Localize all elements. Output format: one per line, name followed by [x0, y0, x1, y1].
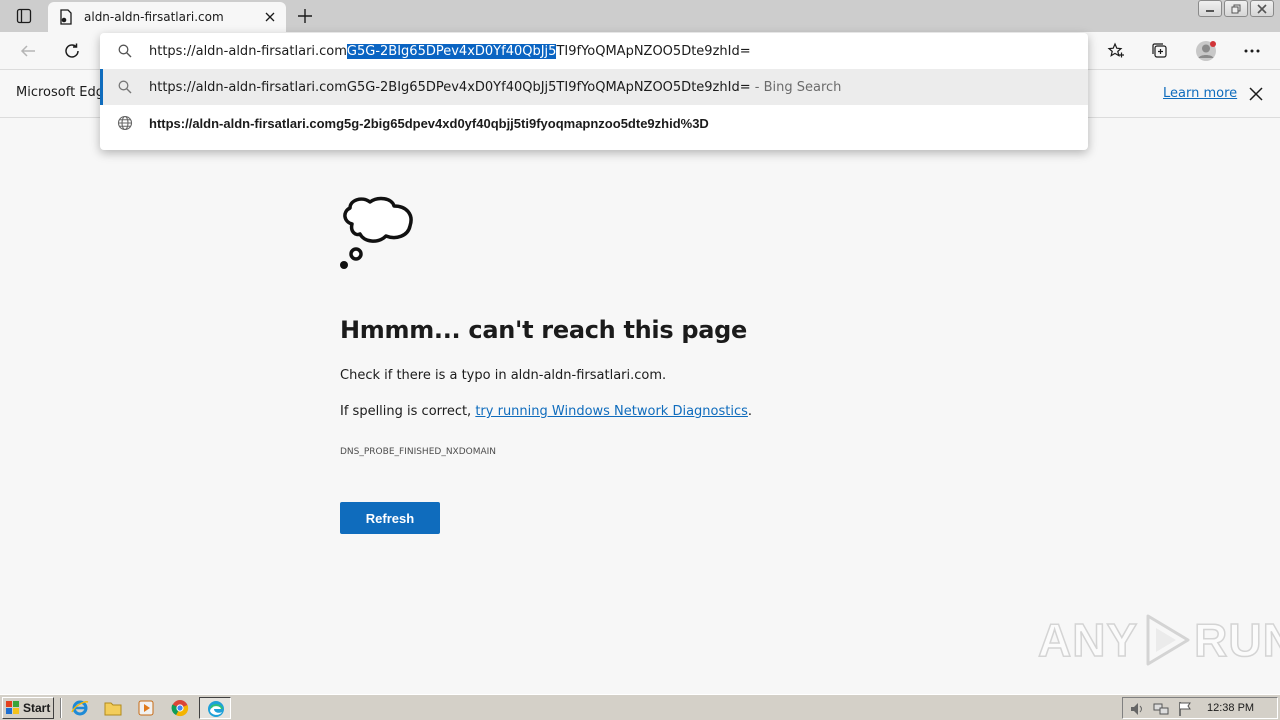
collections-icon	[1152, 43, 1167, 58]
back-button[interactable]	[17, 40, 39, 62]
error-title: Hmmm... can't reach this page	[340, 316, 748, 344]
edge-taskbar-button[interactable]	[199, 697, 231, 719]
arrow-left-icon	[20, 45, 35, 57]
watermark-text-right: RUN	[1193, 613, 1280, 667]
suggestion-text: https://aldn-aldn-firsatlari.comG5G-2BIg…	[149, 80, 841, 95]
search-icon	[117, 43, 133, 59]
window-controls	[1198, 0, 1274, 17]
anyrun-watermark: ANY RUN	[1037, 612, 1280, 668]
tab-actions-button[interactable]	[8, 4, 40, 28]
system-tray: 12:38 PM	[1122, 697, 1278, 719]
address-suffix: TI9fYoQMApNZOO5Dte9zhId=	[556, 43, 751, 59]
diagnostics-prefix: If spelling is correct,	[340, 404, 476, 419]
refresh-button[interactable]: Refresh	[340, 502, 440, 534]
network-diagnostics-link[interactable]: try running Windows Network Diagnostics	[475, 404, 748, 419]
start-label: Start	[23, 701, 51, 715]
clock: 12:38 PM	[1207, 702, 1255, 714]
globe-icon	[117, 115, 133, 131]
favorites-button[interactable]	[1104, 39, 1128, 63]
diagnostics-hint: If spelling is correct, try running Wind…	[340, 404, 752, 419]
taskbar-separator	[60, 698, 62, 718]
minimize-button[interactable]	[1198, 0, 1222, 17]
refresh-toolbar-button[interactable]	[61, 40, 83, 62]
more-icon	[1244, 49, 1260, 53]
restore-icon	[1231, 4, 1241, 13]
minimize-icon	[1206, 9, 1214, 12]
internet-explorer-icon[interactable]	[71, 699, 89, 717]
restore-button[interactable]	[1224, 0, 1248, 17]
page-error-icon	[58, 9, 74, 25]
close-icon	[1257, 3, 1267, 14]
active-tab[interactable]: aldn-aldn-firsatlari.com	[48, 2, 286, 32]
tab-close-button[interactable]	[262, 9, 278, 25]
tab-actions-icon	[16, 8, 32, 24]
play-logo-icon	[1146, 614, 1190, 666]
thought-bubble-icon	[338, 196, 416, 272]
url-suggestion[interactable]: https://aldn-aldn-firsatlari.comg5g-2big…	[100, 105, 1088, 141]
taskbar: Start 12:38 PM	[0, 694, 1280, 720]
tab-strip: aldn-aldn-firsatlari.com	[0, 0, 1280, 32]
edge-icon	[208, 701, 224, 717]
infobar-close-button[interactable]	[1248, 86, 1264, 102]
volume-icon[interactable]	[1129, 701, 1145, 717]
search-icon	[117, 79, 133, 95]
star-icon	[1107, 42, 1124, 58]
address-selection: G5G-2BIg65DPev4xD0Yf40QbJj5	[346, 43, 557, 59]
suggestion-source: - Bing Search	[754, 79, 842, 95]
typo-hint: Check if there is a typo in aldn-aldn-fi…	[340, 368, 667, 383]
error-code: DNS_PROBE_FINISHED_NXDOMAIN	[340, 447, 497, 457]
refresh-icon	[65, 43, 79, 58]
profile-button[interactable]	[1194, 39, 1218, 63]
windows-logo-icon	[6, 701, 19, 714]
address-input[interactable]: https://aldn-aldn-firsatlari.comG5G-2BIg…	[100, 33, 1088, 69]
file-explorer-icon[interactable]	[104, 699, 122, 717]
url-suggestion-text: https://aldn-aldn-firsatlari.comg5g-2big…	[149, 115, 709, 131]
close-window-button[interactable]	[1250, 0, 1274, 17]
settings-menu-button[interactable]	[1240, 39, 1264, 63]
diagnostics-suffix: .	[747, 404, 753, 419]
start-button[interactable]: Start	[2, 697, 54, 719]
address-bar-dropdown: https://aldn-aldn-firsatlari.comG5G-2BIg…	[100, 33, 1088, 150]
collections-button[interactable]	[1148, 39, 1172, 63]
search-suggestion[interactable]: https://aldn-aldn-firsatlari.comG5G-2BIg…	[100, 69, 1088, 105]
infobar-text: Microsoft Edge	[16, 85, 100, 100]
media-player-icon[interactable]	[137, 699, 155, 717]
suggestion-query: https://aldn-aldn-firsatlari.comG5G-2BIg…	[149, 79, 751, 95]
avatar-icon	[1196, 41, 1216, 61]
address-text: https://aldn-aldn-firsatlari.comG5G-2BIg…	[149, 43, 751, 59]
learn-more-link[interactable]: Learn more	[1163, 86, 1237, 101]
address-prefix: https://aldn-aldn-firsatlari.com	[149, 43, 347, 59]
close-icon	[1249, 87, 1263, 101]
close-icon	[265, 12, 275, 22]
new-tab-button[interactable]	[294, 6, 316, 26]
tab-title: aldn-aldn-firsatlari.com	[84, 10, 224, 24]
action-center-flag-icon[interactable]	[1177, 701, 1193, 717]
chrome-icon[interactable]	[171, 699, 189, 717]
plus-icon	[298, 9, 312, 23]
network-icon[interactable]	[1153, 701, 1169, 717]
watermark-text-left: ANY	[1037, 613, 1139, 667]
selection-accent	[100, 69, 103, 105]
